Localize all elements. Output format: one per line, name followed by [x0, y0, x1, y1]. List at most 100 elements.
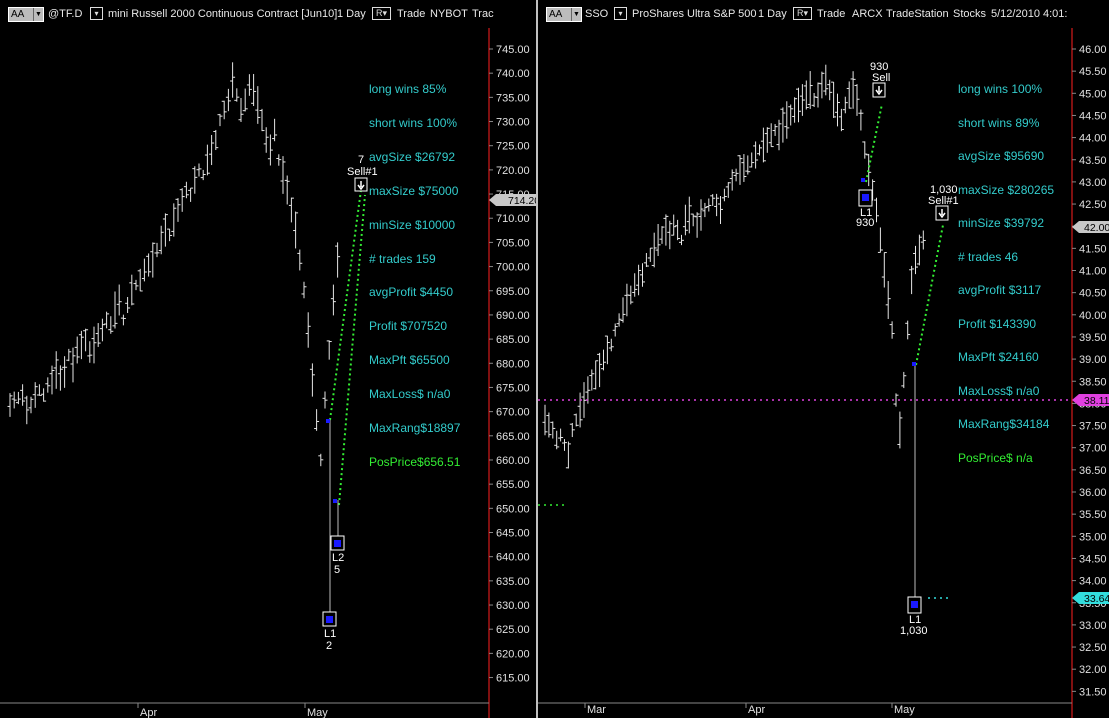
left-axis-label: 625.00 — [496, 624, 530, 636]
left-ohlc-bar — [108, 316, 114, 334]
left-ohlc-bar — [24, 395, 30, 425]
left-ohlc-bar — [158, 225, 164, 255]
right-axis-label: 37.50 — [1079, 421, 1107, 433]
right-ohlc-bar — [558, 428, 564, 442]
right-ohlc-bar — [577, 392, 583, 428]
left-ohlc-bar — [141, 258, 147, 282]
left-axis-label: 720.00 — [496, 165, 530, 177]
left-ohlc-bar — [175, 198, 181, 222]
right-ohlc-bar — [729, 169, 735, 191]
right-ohlc-bar — [679, 234, 684, 246]
right-l1-signal-1[interactable]: L1 930 — [856, 189, 874, 229]
right-axis-label: 41.50 — [1079, 243, 1107, 255]
left-sell-label: Sell#1 — [347, 166, 378, 178]
left-ohlc-bar — [326, 340, 332, 360]
right-trend-line — [915, 224, 944, 366]
right-ohlc-bar — [838, 108, 844, 132]
right-ohlc-bar — [565, 441, 571, 469]
right-l1-signal-2[interactable]: L1 1,030 — [900, 596, 928, 637]
right-ohlc-bar — [714, 193, 720, 217]
right-stat-line: # trades 46 — [958, 249, 1019, 264]
left-axis-label: 685.00 — [496, 334, 530, 346]
left-axis-label: 650.00 — [496, 503, 530, 515]
left-axis-label: 655.00 — [496, 479, 530, 491]
right-l1b-count: 1,030 — [900, 625, 928, 637]
right-axis-label: 34.50 — [1079, 553, 1107, 565]
right-axis-label: 44.50 — [1079, 110, 1107, 122]
entry-dot-icon — [333, 499, 337, 503]
right-ohlc-bar — [920, 230, 926, 250]
right-stat-line: long wins 100% — [958, 82, 1043, 96]
right-ohlc-bar — [542, 404, 548, 436]
left-chart-panel[interactable]: AA ▼ @TF.D ▾ mini Russell 2000 Continuou… — [0, 0, 536, 718]
left-ohlc-bar — [133, 279, 139, 291]
left-stat-line: minSize $10000 — [369, 217, 456, 232]
left-ohlc-bar — [267, 134, 273, 166]
right-axis-label: 35.00 — [1079, 531, 1107, 543]
right-ohlc-bar — [842, 96, 848, 114]
right-ohlc-bar — [601, 349, 606, 371]
left-month-apr: Apr — [140, 707, 157, 718]
right-axis-label: 46.00 — [1079, 44, 1107, 56]
left-axis-label: 670.00 — [496, 407, 530, 419]
right-axis-label: 36.50 — [1079, 465, 1107, 477]
left-axis-label: 725.00 — [496, 141, 530, 153]
right-ohlc-bar — [686, 196, 692, 234]
right-ohlc-bar — [554, 430, 560, 450]
left-price-chart[interactable]: 745.00740.00735.00730.00725.00720.00715.… — [0, 0, 536, 718]
right-stat-line: maxSize $280265 — [958, 182, 1055, 197]
right-ohlc-bar — [776, 119, 782, 151]
right-sell-signal-2[interactable]: 1,030 Sell#1 — [928, 184, 959, 221]
right-ohlc-bar — [788, 104, 794, 126]
right-cyan-marker: 33.64 — [1072, 592, 1109, 605]
right-ohlc-bar — [721, 188, 727, 202]
left-ohlc-bar — [288, 197, 294, 223]
entry-dot-icon — [912, 362, 916, 366]
left-axis-label: 660.00 — [496, 455, 530, 467]
right-ohlc-bar — [850, 71, 856, 109]
left-axis-label: 740.00 — [496, 68, 530, 80]
right-sell-signal-1[interactable]: 930 Sell — [870, 61, 890, 98]
right-ohlc-bar — [803, 80, 809, 110]
entry-square-icon — [862, 194, 869, 201]
left-ohlc-bar — [242, 88, 248, 112]
right-ohlc-bar — [690, 213, 696, 227]
left-l1-signal[interactable]: L1 2 — [322, 611, 337, 652]
right-stat-line: avgSize $95690 — [958, 149, 1045, 163]
right-ohlc-bar — [604, 335, 610, 365]
right-ohlc-bar — [745, 155, 751, 175]
left-ohlc-bar — [200, 169, 206, 181]
right-ohlc-bar — [835, 93, 840, 127]
right-ohlc-bar — [909, 265, 915, 295]
right-ohlc-bar — [823, 64, 829, 96]
right-sell1-label: Sell — [872, 72, 890, 84]
left-ohlc-bar — [45, 377, 51, 393]
right-month-apr: Apr — [748, 704, 765, 716]
left-axis-label: 680.00 — [496, 358, 530, 370]
right-l1a-count: 930 — [856, 217, 874, 229]
left-ohlc-bar — [318, 453, 324, 467]
right-ohlc-bar — [725, 182, 731, 198]
right-axis-label: 40.50 — [1079, 288, 1107, 300]
right-ohlc-bar — [562, 439, 567, 451]
right-ohlc-bar — [718, 196, 723, 224]
left-price-bars — [7, 62, 341, 467]
right-chart-panel[interactable]: AA ▼ SSO ▾ ProShares Ultra S&P 500 1 Day… — [538, 0, 1109, 718]
right-ohlc-bar — [698, 199, 704, 231]
right-ohlc-bar — [737, 155, 743, 185]
left-l2-signal[interactable]: L2 5 — [330, 535, 345, 576]
right-cyan-label: 33.64 — [1084, 593, 1109, 605]
right-ohlc-bar — [877, 227, 883, 253]
left-ohlc-bar — [95, 323, 101, 347]
left-ohlc-bar — [66, 348, 72, 362]
right-axis-label: 32.00 — [1079, 664, 1107, 676]
left-ohlc-bar — [276, 154, 282, 166]
left-ohlc-bar — [146, 253, 152, 277]
left-stat-line: Profit $707520 — [369, 319, 448, 334]
right-ohlc-bar — [757, 144, 762, 156]
left-ohlc-bar — [314, 409, 320, 431]
right-ohlc-bar — [772, 124, 778, 136]
right-axis-label: 44.00 — [1079, 133, 1107, 145]
left-stat-line: avgSize $26792 — [369, 149, 456, 164]
left-ohlc-bar — [11, 391, 17, 409]
